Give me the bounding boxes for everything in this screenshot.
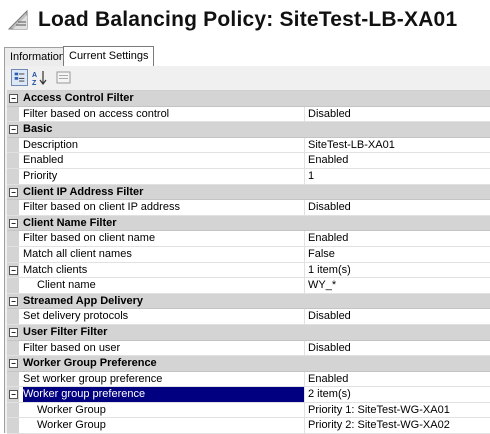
row-gutter — [7, 137, 19, 153]
property-value[interactable]: 1 item(s) — [304, 262, 490, 278]
property-row[interactable]: Set worker group preference Enabled — [7, 371, 490, 388]
collapse-icon[interactable]: − — [9, 390, 18, 400]
row-gutter — [7, 340, 19, 356]
row-gutter — [7, 402, 19, 418]
property-name: Enabled — [23, 154, 64, 167]
row-gutter — [7, 278, 19, 293]
collapse-icon[interactable]: − — [9, 296, 18, 306]
alphabetical-sort-icon[interactable]: A Z — [31, 69, 48, 86]
category-row[interactable]: − Streamed App Delivery — [7, 293, 490, 310]
property-name: Filter based on user — [23, 341, 121, 354]
policy-icon — [7, 9, 28, 30]
category-label: Basic — [23, 123, 53, 136]
property-toolbar: A Z — [5, 66, 490, 90]
svg-text:A: A — [32, 72, 37, 79]
category-row[interactable]: − User Filter Filter — [7, 324, 490, 341]
property-row[interactable]: Worker Group Priority 2: SiteTest-WG-XA02 — [7, 418, 490, 434]
category-label: Access Control Filter — [23, 92, 134, 104]
property-name: Filter based on client IP address — [23, 201, 180, 214]
property-value[interactable]: Disabled — [304, 200, 490, 215]
collapse-icon[interactable]: − — [9, 327, 18, 337]
categorized-view-icon[interactable] — [11, 69, 28, 86]
collapse-icon[interactable]: − — [9, 94, 18, 103]
category-row[interactable]: − Basic — [7, 122, 490, 138]
settings-panel: A Z − Access Control Filter Filter based o… — [4, 66, 490, 434]
category-label: Worker Group Preference — [23, 357, 157, 370]
collapse-icon[interactable]: − — [9, 125, 18, 135]
property-row[interactable]: Enabled Enabled — [7, 153, 490, 169]
row-gutter — [7, 246, 19, 262]
page-title: Load Balancing Policy: SiteTest-LB-XA01 — [38, 8, 458, 31]
property-value[interactable]: WY_* — [304, 278, 490, 293]
property-name: Filter based on access control — [23, 107, 170, 120]
row-gutter — [7, 200, 19, 215]
property-name: Priority — [23, 169, 58, 182]
property-row[interactable]: − Match clients 1 item(s) — [7, 262, 490, 279]
property-row[interactable]: Description SiteTest-LB-XA01 — [7, 137, 490, 154]
property-name: Filter based on client name — [23, 232, 156, 245]
collapse-icon[interactable]: − — [9, 359, 18, 369]
property-row[interactable]: Filter based on client name Enabled — [7, 231, 490, 247]
property-row[interactable]: Worker Group Priority 1: SiteTest-WG-XA01 — [7, 402, 490, 419]
property-value[interactable]: Disabled — [304, 340, 490, 356]
row-gutter — [7, 231, 19, 246]
property-grid: − Access Control Filter Filter based on ac… — [7, 90, 490, 434]
category-row[interactable]: − Client Name Filter — [7, 215, 490, 232]
property-value[interactable]: Enabled — [304, 231, 490, 246]
property-value[interactable]: Disabled — [304, 309, 490, 324]
row-gutter — [7, 371, 19, 387]
property-value[interactable]: Priority 2: SiteTest-WG-XA02 — [304, 418, 490, 434]
property-row[interactable]: Match all client names False — [7, 246, 490, 263]
row-gutter — [7, 418, 19, 434]
property-name: Worker Group — [37, 403, 106, 416]
svg-text:Z: Z — [32, 80, 37, 86]
collapse-icon[interactable]: − — [9, 265, 18, 275]
property-name: Set delivery protocols — [23, 310, 129, 323]
row-gutter — [7, 309, 19, 324]
property-row[interactable]: Filter based on client IP address Disable… — [7, 200, 490, 216]
category-label: Streamed App Delivery — [23, 294, 144, 307]
property-name: Worker group preference — [23, 387, 305, 402]
property-value[interactable]: 1 — [304, 168, 490, 184]
property-value[interactable]: False — [304, 246, 490, 262]
tab-information[interactable]: Information — [4, 47, 72, 66]
row-gutter — [7, 168, 19, 184]
property-row[interactable]: Filter based on user Disabled — [7, 340, 490, 357]
property-row[interactable]: Filter based on access control Disabled — [7, 106, 490, 123]
property-value[interactable]: Enabled — [304, 371, 490, 387]
property-row[interactable]: Set delivery protocols Disabled — [7, 309, 490, 325]
property-value[interactable]: 2 item(s) — [304, 387, 490, 402]
property-value[interactable]: Priority 1: SiteTest-WG-XA01 — [304, 402, 490, 418]
category-row[interactable]: − Access Control Filter — [7, 91, 490, 107]
category-label: Client Name Filter — [23, 216, 117, 229]
collapse-icon[interactable]: − — [9, 187, 18, 197]
property-name: Set worker group preference — [23, 372, 163, 385]
property-value[interactable]: Enabled — [304, 153, 490, 168]
category-label: User Filter Filter — [23, 325, 108, 338]
property-name: Match clients — [23, 263, 88, 276]
property-name: Description — [23, 138, 79, 151]
category-label: Client IP Address Filter — [23, 185, 144, 198]
row-gutter — [7, 153, 19, 168]
category-row[interactable]: − Client IP Address Filter — [7, 184, 490, 201]
property-name: Worker Group — [37, 419, 106, 432]
property-name: Client name — [37, 279, 96, 292]
category-row[interactable]: − Worker Group Preference — [7, 356, 490, 372]
page-header: Load Balancing Policy: SiteTest-LB-XA01 — [0, 0, 490, 44]
property-value[interactable]: SiteTest-LB-XA01 — [304, 137, 490, 153]
property-row[interactable]: Client name WY_* — [7, 278, 490, 294]
row-gutter — [7, 106, 19, 122]
tab-strip: Information Current Settings — [4, 46, 490, 67]
property-pages-icon[interactable] — [55, 69, 72, 86]
collapse-icon[interactable]: − — [9, 218, 18, 228]
property-value[interactable]: Disabled — [304, 106, 490, 122]
tab-current-settings[interactable]: Current Settings — [63, 46, 155, 67]
property-row[interactable]: − Worker group preference 2 item(s) — [7, 387, 490, 403]
property-name: Match all client names — [23, 247, 132, 260]
property-row[interactable]: Priority 1 — [7, 168, 490, 185]
